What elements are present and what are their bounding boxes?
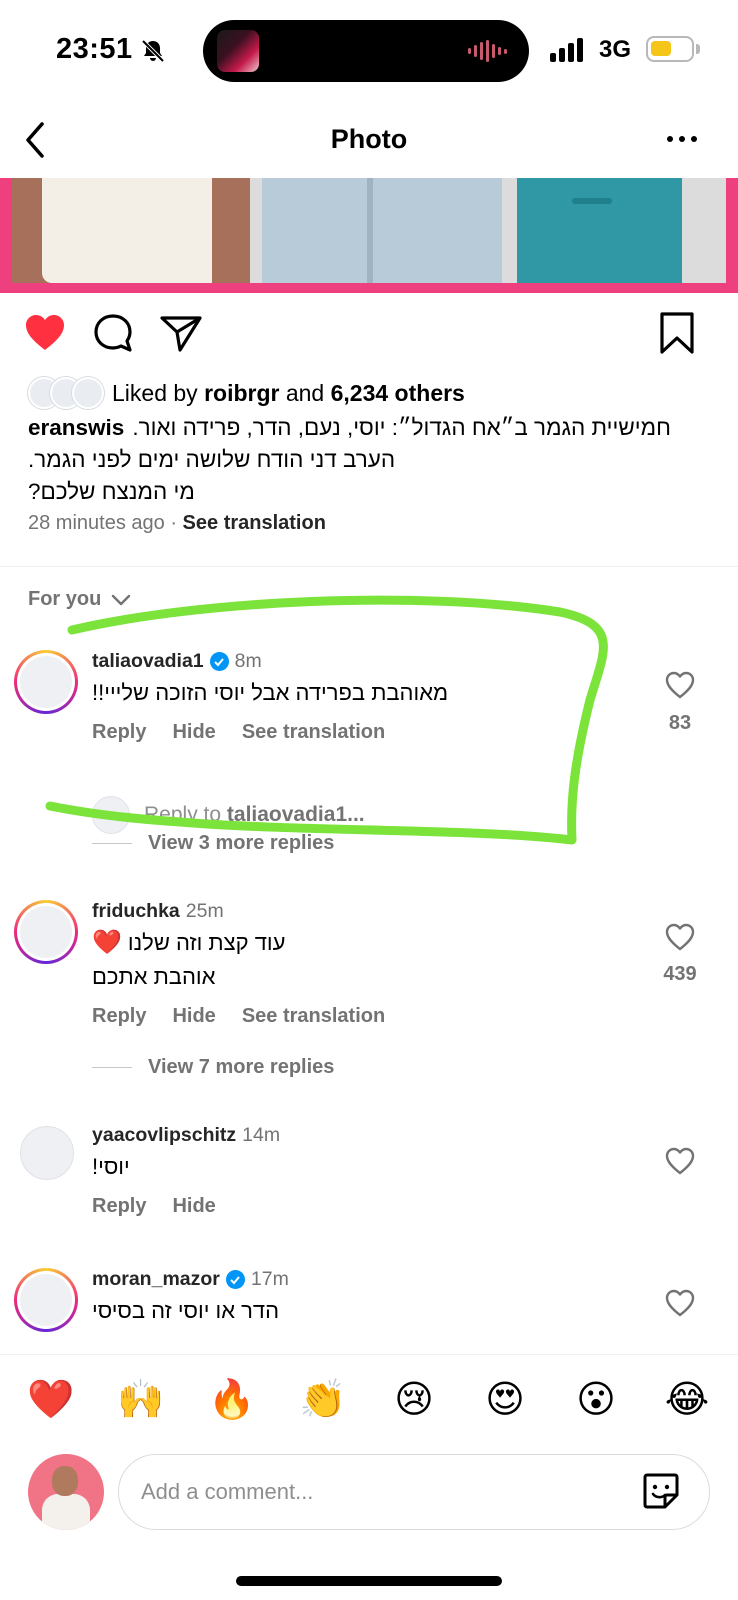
battery-tip bbox=[696, 44, 700, 54]
heart-outline-icon[interactable] bbox=[664, 670, 696, 700]
post-photo[interactable] bbox=[0, 178, 738, 293]
mini-avatar bbox=[92, 796, 130, 834]
network-type: 3G bbox=[599, 36, 632, 63]
caption-line-2: הערב דני הודח שלושה ימים לפני הגמר. bbox=[28, 447, 396, 472]
hide-button[interactable]: Hide bbox=[172, 721, 215, 744]
audio-wave-icon bbox=[468, 40, 507, 62]
comment-input[interactable]: Add a comment... bbox=[118, 1454, 710, 1530]
verified-badge-icon bbox=[225, 1270, 245, 1289]
liker-avatars bbox=[28, 377, 106, 409]
view-more-label: View 3 more replies bbox=[148, 832, 335, 854]
post-author[interactable]: eranswis bbox=[28, 412, 124, 444]
caption-line-1: חמישיית הגמר ב״אח הגדול״: יוסי, נעם, הדר… bbox=[132, 415, 671, 440]
comment-text-line-2: אוהבת אתכם bbox=[92, 964, 216, 989]
emoji-heart-eyes[interactable]: 😍 bbox=[480, 1375, 530, 1425]
liker-username[interactable]: roibrgr bbox=[204, 380, 279, 406]
dynamic-island[interactable] bbox=[203, 20, 529, 82]
post-time: 28 minutes ago bbox=[28, 512, 165, 534]
chevron-down-icon bbox=[112, 594, 131, 605]
reply-prompt-label: Reply to bbox=[144, 803, 222, 826]
comment-text: מאוהבת בפרידה אבל יוסי הזוכה שלייי!! bbox=[92, 680, 449, 705]
emoji-quick-bar: ❤️ 🙌 🔥 👏 😢 😍 😮 😂 bbox=[0, 1354, 738, 1444]
emoji-raising-hands[interactable]: 🙌 bbox=[116, 1375, 166, 1425]
reply-button[interactable]: Reply bbox=[92, 721, 146, 744]
heart-filled-icon[interactable] bbox=[22, 310, 68, 356]
verified-badge-icon bbox=[209, 652, 229, 671]
see-translation-link[interactable]: See translation bbox=[183, 512, 326, 534]
comment-text: יוסי! bbox=[92, 1154, 130, 1179]
status-bar: 23:51 3G bbox=[0, 0, 738, 100]
comment-time: 17m bbox=[250, 1268, 289, 1290]
likes-count[interactable]: 6,234 others bbox=[331, 380, 465, 406]
comment-input-placeholder: Add a comment... bbox=[141, 1479, 314, 1504]
comment-time: 25m bbox=[185, 900, 224, 922]
hide-button[interactable]: Hide bbox=[172, 1005, 215, 1028]
comment-username[interactable]: friduchka bbox=[92, 900, 180, 923]
page-title: Photo bbox=[330, 124, 408, 154]
sort-label: For you bbox=[28, 588, 102, 610]
comment-avatar[interactable] bbox=[14, 1268, 78, 1332]
emoji-red-heart[interactable]: ❤️ bbox=[26, 1375, 76, 1425]
emoji-laughing[interactable]: 😂 bbox=[662, 1375, 712, 1425]
comment-username[interactable]: yaacovlipschitz bbox=[92, 1124, 236, 1147]
red-heart-emoji: ❤️ bbox=[92, 929, 122, 956]
status-time: 23:51 bbox=[56, 33, 133, 65]
bookmark-icon[interactable] bbox=[654, 310, 700, 356]
battery-icon bbox=[646, 36, 694, 62]
post-caption: eranswis חמישיית הגמר ב״אח הגדול״: יוסי,… bbox=[28, 412, 718, 508]
home-indicator[interactable] bbox=[236, 1576, 502, 1586]
see-translation-button[interactable]: See translation bbox=[242, 721, 385, 744]
now-playing-artwork bbox=[217, 30, 259, 72]
view-more-label: View 7 more replies bbox=[148, 1056, 335, 1078]
caption-line-3: מי המנצח שלכם? bbox=[28, 479, 195, 504]
likes-prefix: Liked by bbox=[112, 379, 198, 406]
heart-outline-icon[interactable] bbox=[664, 922, 696, 952]
emoji-fire[interactable]: 🔥 bbox=[207, 1375, 257, 1425]
divider bbox=[0, 566, 738, 567]
hide-button[interactable]: Hide bbox=[172, 1195, 215, 1218]
comment-time: 8m bbox=[234, 650, 262, 672]
post-actions bbox=[0, 310, 738, 360]
top-nav: Photo bbox=[0, 104, 738, 176]
more-options-icon[interactable] bbox=[664, 124, 700, 154]
comment-username[interactable]: taliaovadia1 bbox=[92, 650, 204, 673]
post-meta: 28 minutes ago · See translation bbox=[28, 512, 326, 534]
emoji-crying[interactable]: 😢 bbox=[389, 1375, 439, 1425]
comment-avatar[interactable] bbox=[14, 900, 78, 964]
sticker-icon[interactable] bbox=[639, 1469, 683, 1513]
comment-text-line-1: עוד קצת וזה שלנו bbox=[127, 930, 286, 955]
likes-conj: and bbox=[285, 379, 325, 406]
my-avatar[interactable] bbox=[28, 1454, 104, 1530]
comment-text: הדר או יוסי זה בסיסי bbox=[92, 1298, 280, 1323]
bell-off-icon bbox=[141, 39, 165, 63]
heart-outline-icon[interactable] bbox=[664, 1146, 696, 1176]
reply-prompt[interactable]: Reply to taliaovadia1... bbox=[92, 796, 365, 834]
comment-like-count: 83 bbox=[668, 712, 692, 734]
comment-like-count: 439 bbox=[663, 963, 697, 985]
reply-button[interactable]: Reply bbox=[92, 1005, 146, 1028]
emoji-surprised[interactable]: 😮 bbox=[571, 1375, 621, 1425]
comment-icon[interactable] bbox=[90, 310, 136, 356]
reply-button[interactable]: Reply bbox=[92, 1195, 146, 1218]
comment-item: moran_mazor 17m הדר או יוסי זה בסיסי bbox=[0, 1268, 738, 1354]
comment-sort-dropdown[interactable]: For you bbox=[28, 588, 131, 611]
see-translation-button[interactable]: See translation bbox=[242, 1005, 385, 1028]
comment-time: 14m bbox=[242, 1124, 281, 1146]
comment-avatar[interactable] bbox=[14, 650, 78, 714]
share-icon[interactable] bbox=[158, 310, 204, 356]
reply-prompt-user: taliaovadia1... bbox=[226, 803, 365, 826]
comment-avatar[interactable] bbox=[20, 1126, 74, 1180]
emoji-clapping[interactable]: 👏 bbox=[298, 1375, 348, 1425]
heart-outline-icon[interactable] bbox=[664, 1288, 696, 1318]
signal-icon bbox=[550, 38, 583, 62]
comment-username[interactable]: moran_mazor bbox=[92, 1268, 220, 1291]
comment-composer: Add a comment... bbox=[0, 1446, 738, 1536]
view-more-replies[interactable]: View 3 more replies bbox=[92, 832, 334, 855]
view-more-replies[interactable]: View 7 more replies bbox=[92, 1056, 334, 1079]
likes-summary[interactable]: Liked by roibrgr and 6,234 others bbox=[28, 376, 465, 410]
